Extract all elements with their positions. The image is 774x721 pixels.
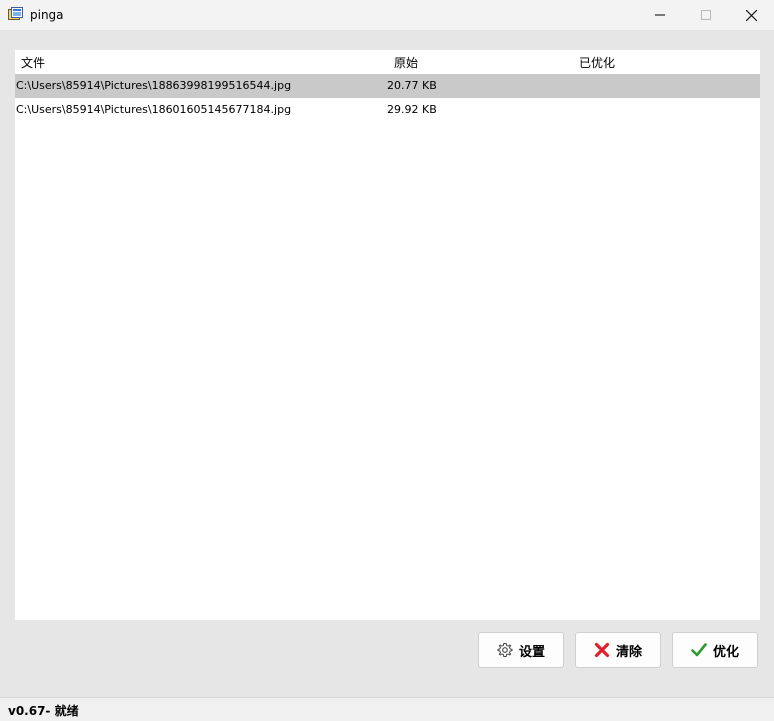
clear-button[interactable]: 清除	[575, 632, 661, 668]
green-check-icon	[691, 643, 707, 657]
status-bar: v0.67- 就绪	[0, 697, 774, 721]
file-list[interactable]: 文件 原始 已优化 C:\Users\85914\Pictures\188639…	[15, 50, 760, 620]
list-header: 文件 原始 已优化	[15, 50, 760, 74]
column-header-file[interactable]: 文件	[21, 54, 45, 71]
row-file-path: C:\Users\85914\Pictures\1886399819951654…	[16, 79, 292, 92]
row-file-path: C:\Users\85914\Pictures\1860160514567718…	[16, 103, 292, 116]
table-row[interactable]: C:\Users\85914\Pictures\1886399819951654…	[15, 74, 760, 98]
close-icon	[745, 9, 757, 21]
app-window: pinga 文件 原始 已优化 C:\Users\85914\Pictures\…	[0, 0, 774, 721]
optimize-button-label: 优化	[712, 644, 739, 660]
optimize-button[interactable]: 优化	[672, 632, 758, 668]
app-image-icon	[8, 7, 23, 20]
status-text: v0.67- 就绪	[8, 704, 79, 718]
column-header-optimized[interactable]: 已优化	[579, 54, 615, 71]
title-bar[interactable]: pinga	[0, 0, 774, 30]
red-x-icon	[594, 642, 610, 658]
column-header-original[interactable]: 原始	[394, 54, 418, 71]
settings-button[interactable]: 设置	[478, 632, 564, 668]
close-button[interactable]	[728, 0, 774, 30]
minimize-button[interactable]	[637, 0, 683, 30]
settings-button-label: 设置	[518, 644, 545, 660]
clear-button-label: 清除	[615, 644, 642, 660]
maximize-button[interactable]	[683, 0, 729, 30]
table-row[interactable]: C:\Users\85914\Pictures\1860160514567718…	[15, 98, 760, 122]
minimize-icon	[655, 14, 665, 16]
maximize-icon	[701, 10, 711, 20]
gear-icon	[497, 643, 513, 657]
row-original-size: 20.77 KB	[387, 79, 437, 92]
row-original-size: 29.92 KB	[387, 103, 437, 116]
window-title: pinga	[30, 8, 64, 22]
